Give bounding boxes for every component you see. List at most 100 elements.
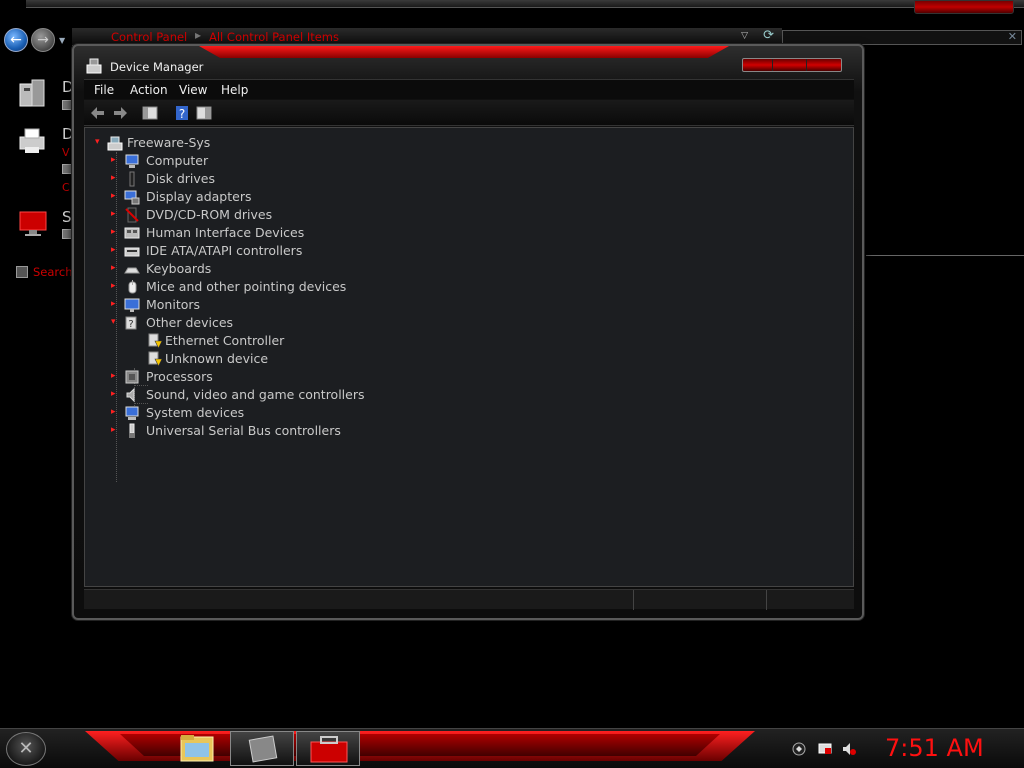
tree-node-label: Mice and other pointing devices — [146, 279, 347, 294]
expand-icon[interactable]: ▸ — [111, 282, 119, 291]
breadcrumb-control-panel[interactable]: Control Panel — [111, 30, 187, 44]
network-status-icon[interactable] — [818, 742, 832, 756]
tree-node-label: Other devices — [146, 315, 234, 330]
tree-node-label: Ethernet Controller — [165, 333, 285, 348]
expand-icon[interactable]: ▸ — [111, 192, 119, 201]
close-button[interactable] — [807, 59, 841, 71]
device-manager-icon — [86, 58, 102, 74]
checkbox-icon — [62, 229, 72, 239]
forward-arrow-icon[interactable]: → — [31, 28, 55, 52]
breadcrumb-separator[interactable]: ▸ — [195, 28, 201, 42]
refresh-icon[interactable]: ⟳ — [763, 28, 774, 43]
tree-node-label: Sound, video and game controllers — [146, 387, 365, 402]
cp-item-link[interactable]: C — [62, 181, 70, 194]
expand-icon[interactable]: ▸ — [111, 264, 119, 273]
network-icon[interactable] — [792, 742, 806, 756]
taskbar-app-2[interactable] — [230, 731, 294, 766]
checkbox-icon — [62, 164, 72, 174]
tree-guide — [134, 385, 148, 386]
window-title-accent — [199, 46, 729, 58]
expand-icon[interactable]: ▸ — [111, 228, 119, 237]
tree-node-label: Monitors — [146, 297, 201, 312]
warning-device-icon — [148, 333, 163, 349]
expand-icon[interactable]: ▸ — [111, 300, 119, 309]
search-input[interactable]: ✕ — [782, 30, 1022, 45]
collapse-icon[interactable]: ▾ — [111, 318, 119, 327]
menu-bar: File Action View Help — [84, 79, 854, 99]
help-icon[interactable]: ? — [174, 105, 190, 121]
tree-node-label: Display adapters — [146, 189, 252, 204]
tree-node-label: Universal Serial Bus controllers — [146, 423, 341, 438]
system-icon — [125, 406, 139, 420]
expand-icon[interactable]: ▸ — [111, 426, 119, 435]
window-caption-buttons[interactable] — [742, 58, 842, 72]
ide-icon — [124, 247, 140, 257]
expand-icon[interactable]: ▸ — [111, 372, 119, 381]
clear-search-icon[interactable]: ✕ — [1008, 30, 1017, 43]
forward-icon[interactable] — [112, 105, 128, 121]
expand-icon[interactable]: ▸ — [111, 156, 119, 165]
dvd-icon — [125, 207, 139, 223]
tree-node-label: Computer — [146, 153, 209, 168]
expand-icon[interactable]: ▸ — [111, 408, 119, 417]
status-divider — [766, 590, 767, 610]
taskbar-device-manager[interactable] — [296, 731, 360, 766]
taskbar-explorer[interactable] — [165, 731, 229, 766]
unknown-device-icon: ? — [125, 316, 137, 330]
warning-device-icon — [148, 351, 163, 367]
tree-node-label: Human Interface Devices — [146, 225, 305, 240]
usb-icon — [129, 423, 135, 438]
back-arrow-icon[interactable]: ← — [4, 28, 28, 52]
toolbox-icon — [310, 736, 348, 763]
address-dropdown-icon[interactable]: ▽ — [741, 31, 748, 41]
keyboard-icon — [124, 267, 140, 274]
expand-icon[interactable]: ▸ — [111, 246, 119, 255]
tree-node-label: Keyboards — [146, 261, 212, 276]
computer-root-icon — [107, 136, 123, 151]
status-bar — [84, 589, 854, 610]
tree-node-label: System devices — [146, 405, 245, 420]
processor-icon — [125, 370, 139, 384]
hid-icon — [124, 227, 140, 239]
device-tree: ▾ Freeware-Sys ▸ Computer ▸ Disk drives … — [84, 127, 854, 587]
expand-icon[interactable]: ▸ — [111, 390, 119, 399]
toolbar: ? — [84, 100, 854, 126]
expand-icon[interactable]: ▸ — [111, 174, 119, 183]
tree-node-label: Processors — [146, 369, 213, 384]
media-app-icon — [248, 735, 278, 763]
tree-node-label: Unknown device — [165, 351, 269, 366]
collapse-icon[interactable]: ▾ — [95, 138, 103, 147]
show-hide-console-tree-icon[interactable] — [142, 105, 158, 121]
back-icon[interactable] — [90, 105, 106, 121]
breadcrumb-all-items[interactable]: All Control Panel Items — [209, 30, 339, 44]
red-monitor-icon — [19, 211, 47, 236]
volume-icon[interactable] — [842, 742, 856, 756]
taskbar-clock[interactable]: 7:51 AM — [885, 734, 984, 762]
menu-action[interactable]: Action — [130, 83, 168, 97]
computer-icon — [125, 154, 139, 168]
printer-device-icon — [19, 79, 45, 107]
search-icon — [16, 266, 28, 278]
tree-guide — [134, 403, 148, 404]
menu-view[interactable]: View — [179, 83, 207, 97]
disk-icon — [129, 171, 135, 187]
tree-node-label: DVD/CD-ROM drives — [146, 207, 273, 222]
cp-item-label: S — [62, 208, 72, 226]
monitor-icon — [124, 298, 140, 312]
search-link-label: Search — [33, 265, 73, 279]
checkbox-icon — [62, 100, 72, 110]
properties-icon[interactable] — [196, 105, 212, 121]
printer-icon — [19, 128, 45, 153]
menu-help[interactable]: Help — [221, 83, 248, 97]
tree-root-label: Freeware-Sys — [127, 135, 211, 150]
history-dropdown-icon[interactable]: ▼ — [59, 36, 65, 45]
expand-icon[interactable]: ▸ — [111, 210, 119, 219]
maximize-button[interactable] — [773, 59, 807, 71]
background-window-caption-buttons[interactable] — [914, 0, 1014, 14]
start-button[interactable]: ✕ — [6, 732, 46, 766]
minimize-button[interactable] — [743, 59, 773, 71]
menu-file[interactable]: File — [94, 83, 114, 97]
folder-icon — [180, 735, 214, 762]
status-divider — [633, 590, 634, 610]
cp-item-link[interactable]: V — [62, 146, 70, 159]
